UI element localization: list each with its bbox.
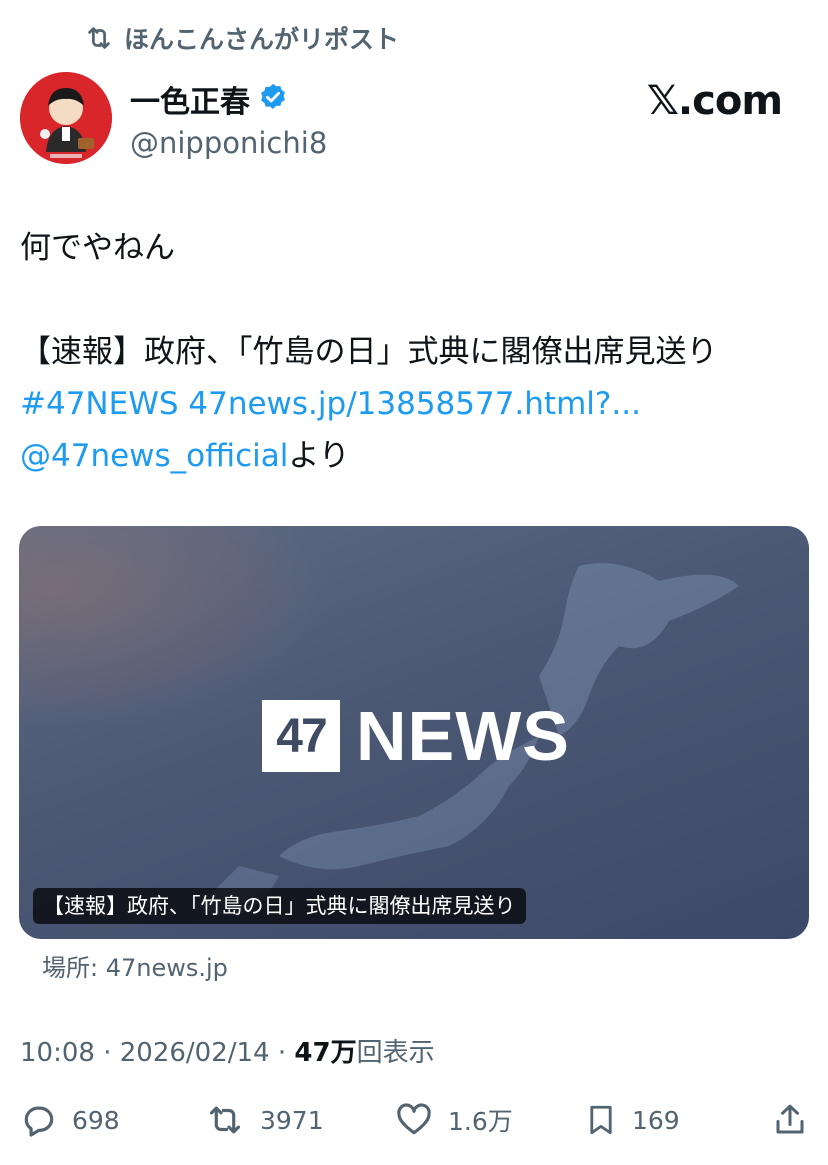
link-card[interactable]: 47 NEWS 【速報】政府、「竹島の日」式典に閣僚出席見送り [19, 526, 809, 939]
mention-suffix: より [288, 438, 350, 474]
url-link[interactable]: 47news.jp/13858577.html?... [188, 386, 641, 422]
tweet-links-line: #47NEWS 47news.jp/13858577.html?... [20, 378, 810, 430]
reply-count: 698 [72, 1105, 120, 1135]
repost-banner-text: ほんこんさんがリポスト [124, 25, 400, 54]
reply-button[interactable]: 698 [20, 1096, 120, 1144]
repost-action-icon [204, 1101, 246, 1139]
repost-button[interactable]: 3971 [204, 1096, 324, 1144]
repost-icon [84, 23, 114, 53]
tweet-line-2: 【速報】政府、「竹島の日」式典に閣僚出席見送り [20, 334, 718, 370]
card-title-overlay: 【速報】政府、「竹島の日」式典に閣僚出席見送り [33, 888, 526, 924]
view-count-label: 回表示 [356, 1038, 435, 1068]
hashtag-link[interactable]: #47NEWS [20, 386, 179, 422]
share-icon [772, 1101, 808, 1139]
reply-icon [20, 1101, 58, 1139]
tweet-date[interactable]: 2026/02/14 [120, 1038, 270, 1068]
tweet-time[interactable]: 10:08 [20, 1038, 95, 1068]
verified-badge-icon [258, 82, 288, 116]
display-name[interactable]: 一色正春 [130, 77, 250, 121]
meta-separator: · [277, 1038, 295, 1068]
action-bar: 698 3971 1.6万 169 [0, 1096, 828, 1144]
name-row: 一色正春 [130, 78, 327, 120]
avatar[interactable] [20, 72, 112, 164]
mention-link[interactable]: @47news_official [20, 438, 288, 474]
tweet-mention-line: @47news_officialより [20, 430, 810, 482]
repost-count: 3971 [260, 1105, 324, 1135]
tweet-meta: 10:08 · 2026/02/14 · 47万回表示 [20, 1032, 435, 1069]
bookmark-button[interactable]: 169 [584, 1096, 680, 1144]
share-button[interactable] [772, 1096, 808, 1144]
bookmark-count: 169 [632, 1105, 680, 1135]
handle[interactable]: @nipponichi8 [130, 126, 327, 160]
tweet-text: 何でやねん 【速報】政府、「竹島の日」式典に閣僚出席見送り #47NEWS 47… [20, 222, 810, 482]
tweet-line-1: 何でやねん [20, 230, 175, 266]
view-count: 47万 [294, 1038, 357, 1068]
heart-icon [394, 1101, 434, 1139]
card-domain[interactable]: 場所: 47news.jp [42, 948, 228, 983]
repost-banner[interactable]: ほんこんさんがリポスト [84, 20, 399, 56]
logo-word: NEWS [356, 697, 570, 775]
author-block: 一色正春 @nipponichi8 [130, 78, 327, 160]
like-button[interactable]: 1.6万 [394, 1096, 513, 1144]
x-brand-logo: 𝕏.com [646, 78, 783, 124]
like-count: 1.6万 [448, 1107, 513, 1136]
47news-logo: 47 NEWS [262, 696, 570, 776]
bookmark-icon [584, 1101, 618, 1139]
logo-number: 47 [262, 700, 340, 772]
meta-separator: · [103, 1038, 120, 1068]
